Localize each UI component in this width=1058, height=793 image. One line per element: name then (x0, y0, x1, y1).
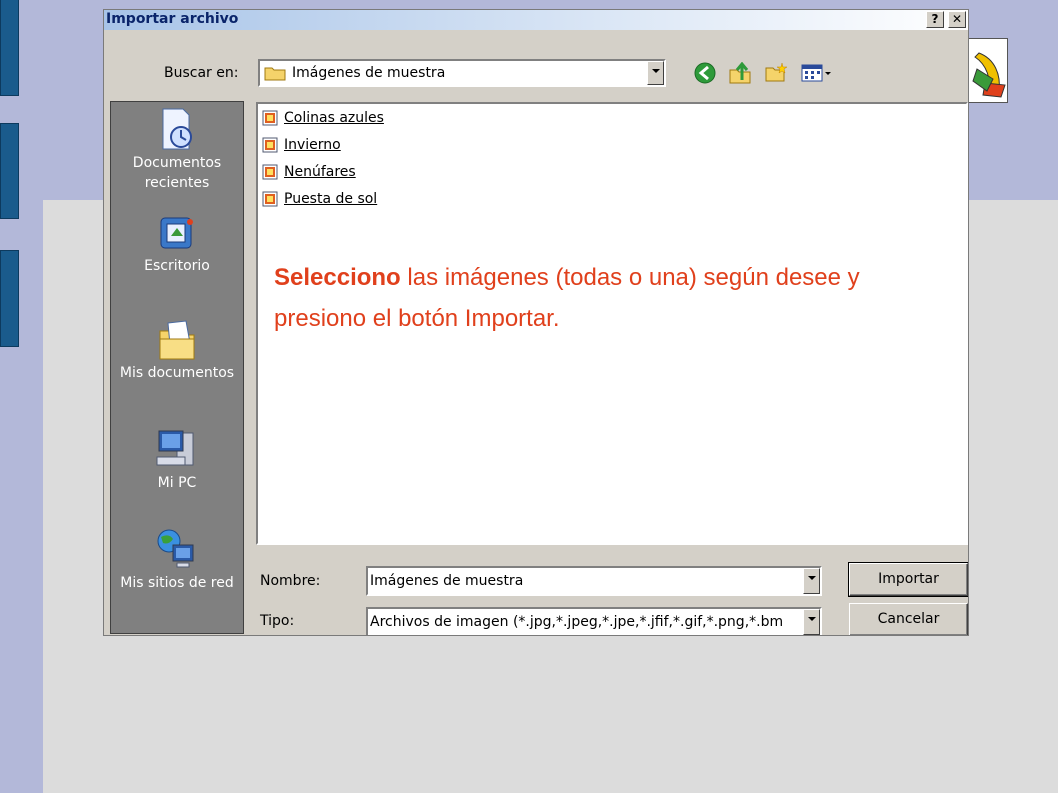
image-file-icon (262, 191, 278, 207)
close-button[interactable]: ✕ (948, 11, 966, 28)
file-item[interactable]: Colinas azules (262, 107, 384, 129)
file-list[interactable]: Colinas azules Invierno Nenúfares Puesta… (256, 102, 968, 545)
image-file-icon (262, 164, 278, 180)
file-name: Puesta de sol (284, 191, 378, 207)
my-documents-icon (156, 317, 198, 361)
view-menu-icon[interactable] (800, 62, 836, 84)
help-button[interactable]: ? (926, 11, 944, 28)
desktop-icon (157, 214, 197, 254)
file-name: Colinas azules (284, 110, 384, 126)
filetype-dropdown[interactable]: Archivos de imagen (*.jpg,*.jpeg,*.jpe,*… (366, 607, 822, 635)
import-file-dialog: Importar archivo ? ✕ Buscar en: Imágenes… (103, 9, 969, 636)
instruction-note: Selecciono las imágenes (todas o una) se… (274, 257, 934, 339)
lookin-dropdown[interactable]: Imágenes de muestra (258, 59, 666, 87)
folder-icon (264, 65, 286, 86)
place-label: Escritorio (144, 258, 210, 274)
chevron-down-icon[interactable] (803, 609, 820, 635)
my-computer-icon (155, 427, 199, 471)
chevron-down-icon[interactable] (647, 61, 664, 85)
image-file-icon (262, 137, 278, 153)
file-item[interactable]: Puesta de sol (262, 188, 377, 210)
filename-label: Nombre: (260, 573, 321, 589)
lookin-label: Buscar en: (164, 65, 239, 81)
place-label: Documentos recientes (132, 155, 222, 191)
slide-accent-bar (0, 123, 19, 219)
note-bold: Selecciono (274, 264, 401, 291)
up-folder-icon[interactable] (728, 61, 752, 84)
cancel-button[interactable]: Cancelar (849, 603, 968, 635)
slide-accent-bar (0, 0, 19, 96)
import-button[interactable]: Importar (848, 562, 968, 597)
chevron-down-icon[interactable] (803, 568, 820, 594)
recent-documents-icon (157, 107, 197, 151)
lookin-value: Imágenes de muestra (292, 65, 446, 81)
file-name: Invierno (284, 137, 341, 153)
place-desktop[interactable]: Escritorio (111, 214, 243, 276)
places-bar: Documentos recientes Escritorio Mis docu… (110, 101, 244, 634)
place-recent-documents[interactable]: Documentos recientes (111, 107, 243, 193)
file-item[interactable]: Nenúfares (262, 161, 356, 183)
filename-input[interactable]: Imágenes de muestra (366, 566, 822, 596)
slide-left-band (0, 0, 43, 793)
place-label: Mis sitios de red (120, 575, 234, 591)
filetype-value: Archivos de imagen (*.jpg,*.jpeg,*.jpe,*… (370, 614, 784, 630)
place-my-computer[interactable]: Mi PC (111, 427, 243, 493)
image-file-icon (262, 110, 278, 126)
file-item[interactable]: Invierno (262, 134, 341, 156)
back-icon[interactable] (693, 62, 717, 84)
new-folder-icon[interactable] (764, 62, 788, 84)
dialog-title: Importar archivo (106, 11, 239, 27)
title-bar: Importar archivo ? ✕ (104, 10, 968, 30)
network-places-icon (155, 527, 199, 571)
place-my-documents[interactable]: Mis documentos (111, 317, 243, 383)
place-network[interactable]: Mis sitios de red (111, 527, 243, 593)
place-label: Mi PC (157, 475, 197, 491)
file-name: Nenúfares (284, 164, 356, 180)
place-label: Mis documentos (119, 365, 235, 381)
slide-accent-bar (0, 250, 19, 347)
filename-value: Imágenes de muestra (370, 573, 524, 589)
filetype-label: Tipo: (260, 613, 295, 629)
